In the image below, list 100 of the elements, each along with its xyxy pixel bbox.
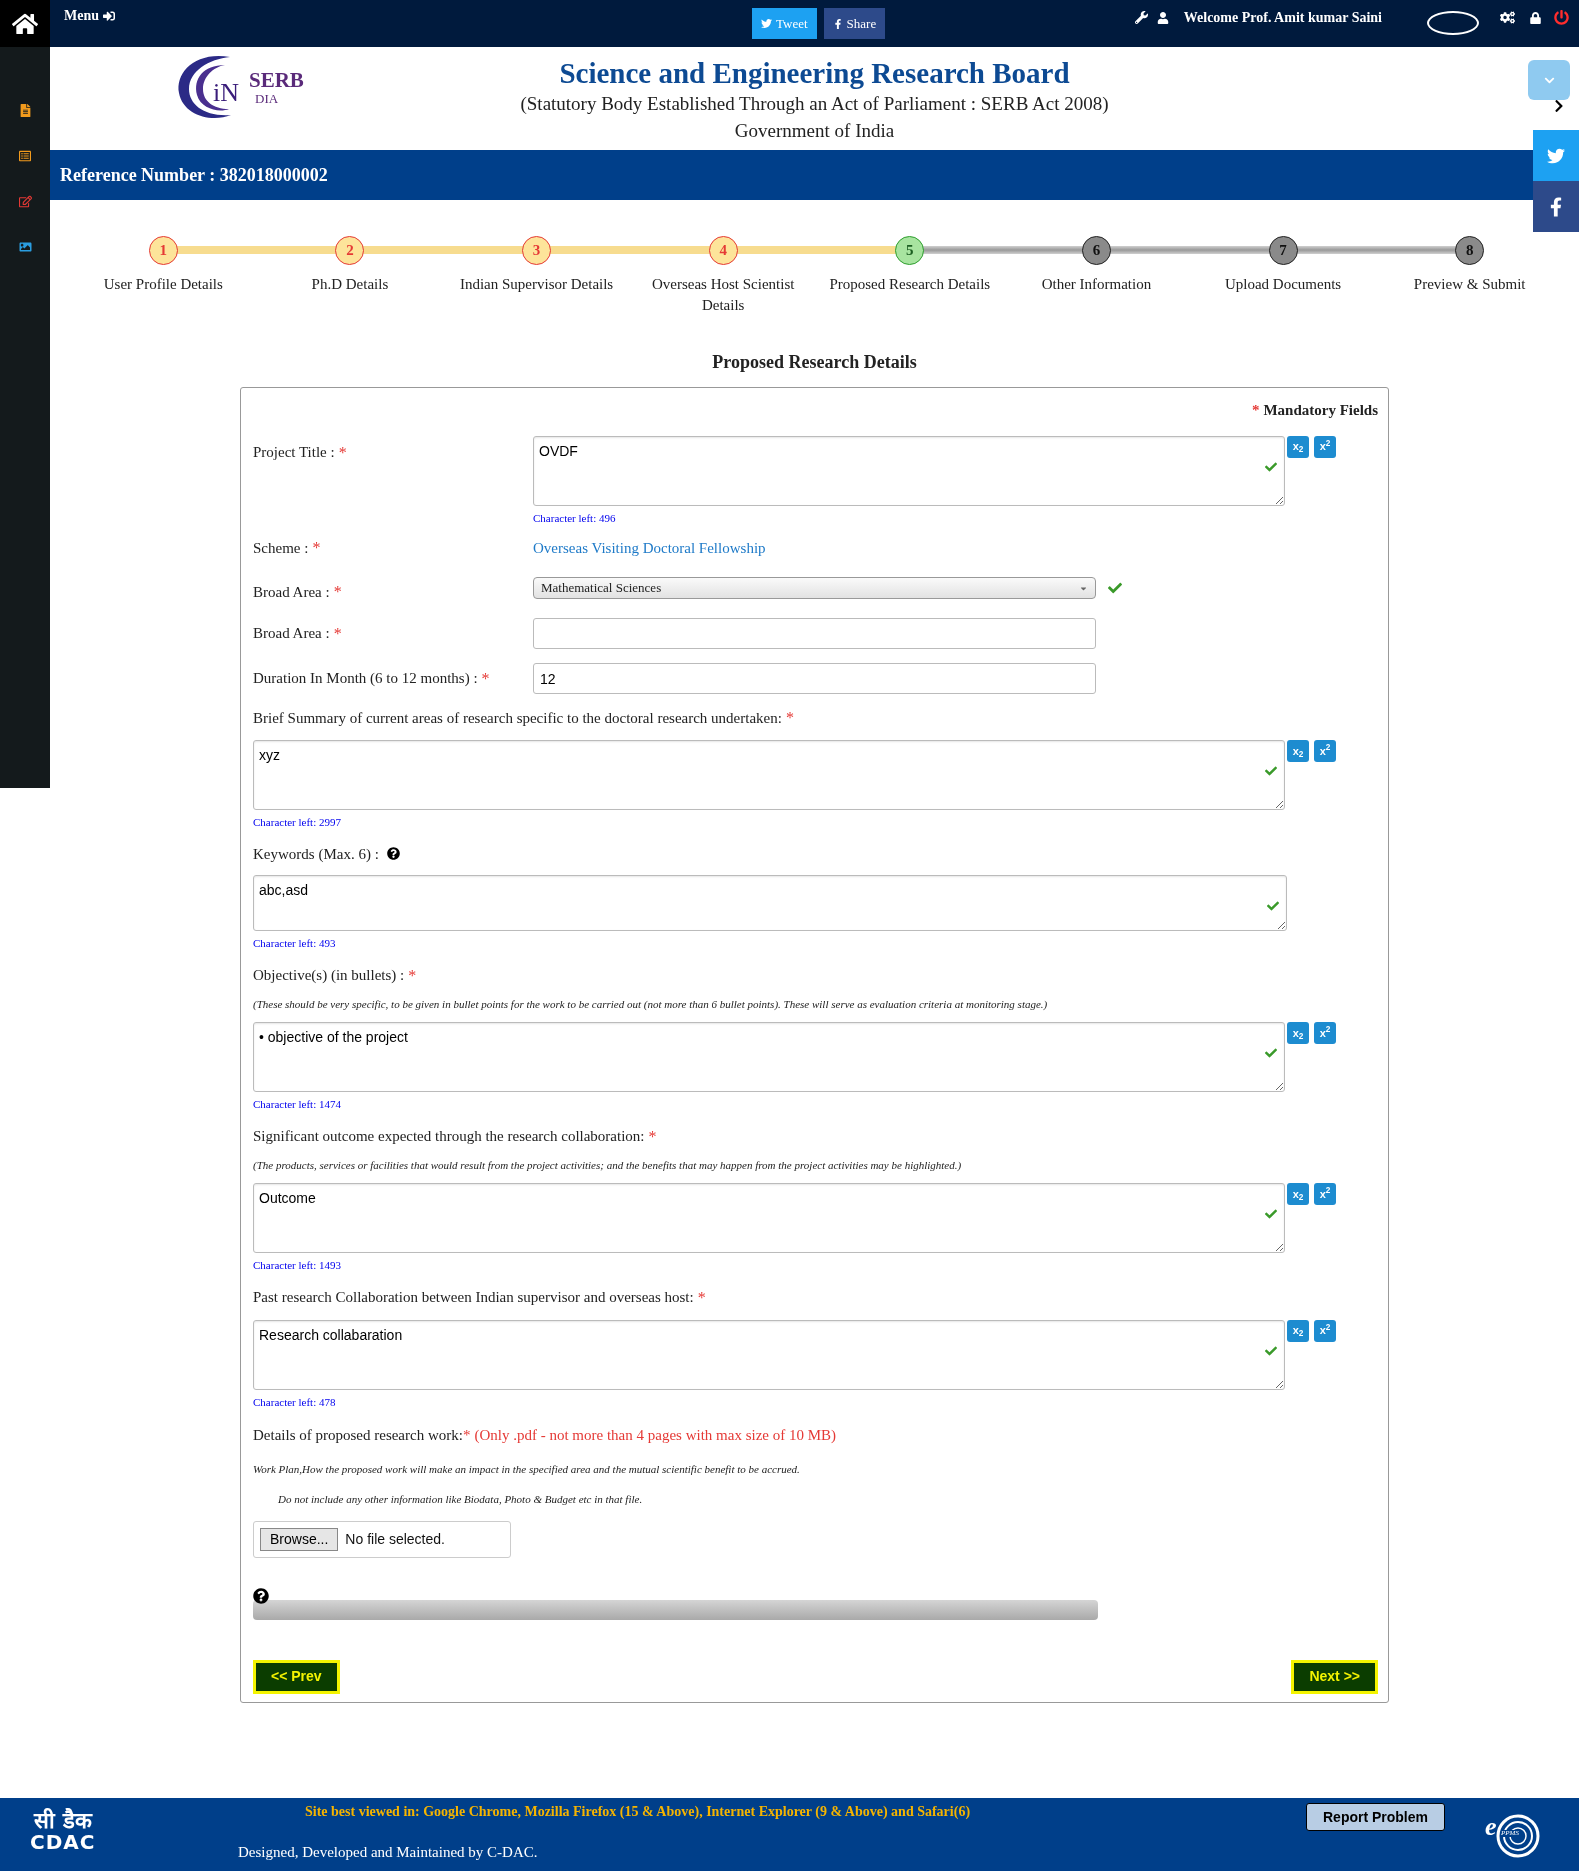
field-label: Project Title : — [253, 442, 335, 462]
character-counter: Character left: 496 — [533, 510, 617, 526]
field-label: Duration In Month (6 to 12 months) : — [253, 669, 478, 689]
step-label: Ph.D Details — [310, 275, 390, 294]
format-button[interactable]: x$^{2}$ — [1314, 740, 1336, 762]
home-button[interactable] — [0, 0, 50, 47]
site-title: Science and Engineering Research Board — [559, 56, 1070, 91]
format-button[interactable]: x$_{2}$ — [1287, 1183, 1309, 1205]
character-counter: Character left: 1474 — [253, 1097, 342, 1112]
field-label: Objective(s) (in bullets) : — [253, 966, 405, 986]
field-label: Scheme : — [253, 538, 309, 558]
character-counter: Character left: 2997 — [253, 815, 342, 830]
user-avatar[interactable] — [1427, 10, 1479, 35]
field-hint: (The products, services or facilities that would result from the project activities; and the benefits that may happen from the project activities may be highlighted.) — [253, 1157, 963, 1173]
facebook-icon — [832, 18, 843, 29]
step-label: Preview & Submit — [1412, 275, 1527, 294]
user-icon[interactable] — [1156, 11, 1169, 24]
text-area-field[interactable]: abc,asd — [253, 875, 1287, 931]
home-icon — [12, 11, 38, 36]
file-input[interactable]: Browse... No file selected. — [253, 1520, 511, 1558]
text-area-field[interactable]: Outcome — [253, 1183, 1285, 1253]
format-button[interactable]: x$^{2}$ — [1314, 1022, 1336, 1044]
character-counter: Character left: 478 — [253, 1394, 337, 1410]
broad-area-dropdown[interactable]: Mathematical Sciences — [533, 577, 1096, 599]
prev-button[interactable]: << Prev — [253, 1659, 340, 1694]
required-mark: * — [338, 442, 347, 463]
required-mark: * — [785, 708, 794, 728]
edit-icon[interactable] — [18, 195, 32, 208]
required-mark: * — [462, 1426, 471, 1445]
file-restriction: (Only .pdf - not more than 4 pages with max size of 10 MB) — [474, 1426, 837, 1445]
format-button[interactable]: x$^{2}$ — [1314, 1319, 1336, 1342]
field-label: Brief Summary of current areas of research specific to the doctoral research undertaken: — [253, 708, 782, 728]
step-label: Indian Supervisor Details — [458, 275, 615, 294]
report-problem-button[interactable]: Report Problem — [1306, 1803, 1445, 1831]
menu-button[interactable]: Menu — [64, 5, 115, 26]
reference-number: Reference Number : 382018000002 — [60, 163, 328, 187]
required-mark: * — [1251, 402, 1260, 418]
format-button[interactable]: x$_{2}$ — [1287, 435, 1309, 458]
field-label: Keywords (Max. 6) : — [253, 844, 379, 864]
field-label: Past research Collaboration between Indian supervisor and overseas host: — [253, 1288, 694, 1308]
settings-icon[interactable] — [1500, 11, 1515, 24]
character-counter: Character left: 493 — [253, 936, 337, 951]
section-title: Proposed Research Details — [711, 351, 918, 374]
logo-text: CDAC — [30, 1832, 96, 1852]
facebook-icon — [1550, 195, 1562, 218]
field-label: Significant outcome expected through the research collaboration: — [253, 1127, 645, 1147]
help-icon[interactable] — [253, 1587, 269, 1604]
format-button[interactable]: x$_{2}$ — [1287, 1319, 1309, 1342]
character-counter: Character left: 1493 — [253, 1258, 342, 1273]
browser-support-note: Site best viewed in: Google Chrome, Mozilla Firefox (15 & Above), Internet Explorer (9 & Above) and Safari(6) — [305, 1803, 971, 1821]
wrench-icon[interactable] — [1134, 11, 1148, 24]
logo-text: iN — [213, 77, 239, 109]
power-icon[interactable] — [1554, 10, 1569, 25]
scheme-link[interactable]: Overseas Visiting Doctoral Fellowship — [533, 536, 766, 560]
required-mark: * — [408, 965, 417, 986]
format-button[interactable]: x$_{2}$ — [1287, 1022, 1309, 1044]
field-label: Broad Area : — [253, 624, 330, 644]
chevron-right-icon[interactable] — [1553, 99, 1565, 113]
text-area-field[interactable]: xyz — [253, 740, 1285, 810]
list-icon[interactable] — [19, 150, 31, 162]
logo-text: सी डैक — [33, 1810, 92, 1832]
text-area-field[interactable]: Research collabaration — [253, 1319, 1285, 1390]
twitter-icon — [1546, 146, 1566, 165]
lock-icon[interactable] — [1530, 11, 1541, 24]
required-mark: * — [333, 623, 342, 644]
tweet-button[interactable]: Tweet — [752, 8, 817, 39]
required-mark: * — [481, 668, 490, 689]
format-button[interactable]: x$^{2}$ — [1314, 1183, 1336, 1205]
logo-text: e — [1485, 1814, 1497, 1840]
field-label: Details of proposed research work: — [253, 1426, 463, 1445]
upload-note: Work Plan,How the proposed work will make an impact in the specified area and the mutual scientific benefit to be accrued. — [253, 1461, 801, 1477]
required-mark: * — [333, 582, 342, 602]
text-area-field[interactable]: OVDF — [533, 435, 1285, 506]
next-button[interactable]: Next >> — [1291, 1659, 1378, 1694]
text-field[interactable]: 12 — [533, 663, 1096, 694]
step-label: User Profile Details — [102, 275, 224, 294]
mandatory-note: Mandatory Fields — [1263, 402, 1378, 418]
step-label: Upload Documents — [1223, 275, 1343, 294]
share-button[interactable]: Share — [823, 8, 886, 39]
facebook-button[interactable] — [1533, 181, 1579, 232]
twitter-icon — [761, 18, 772, 29]
step-label: Other Information — [1040, 275, 1153, 294]
text-area-field[interactable]: • objective of the project — [253, 1022, 1285, 1092]
field-hint: (These should be very specific, to be given in bullet points for the work to be carried out (not more than 6 bullet points). These will serve as evaluation criteria at monitoring stage.) — [253, 996, 1049, 1012]
required-mark: * — [648, 1126, 657, 1147]
required-mark: * — [312, 538, 321, 558]
site-subtitle: Government of India — [734, 119, 895, 143]
credit-text: Designed, Developed and Maintained by C-DAC. — [238, 1843, 538, 1862]
help-icon[interactable] — [386, 847, 400, 861]
step-label: Overseas Host Scientist Details — [650, 275, 796, 315]
image-icon[interactable] — [18, 241, 32, 253]
text-field[interactable] — [533, 618, 1096, 649]
step-label: Proposed Research Details — [828, 275, 992, 294]
format-button[interactable]: x$^{2}$ — [1314, 435, 1336, 458]
format-button[interactable]: x$_{2}$ — [1287, 740, 1309, 762]
welcome-text: Welcome Prof. Amit kumar Saini — [1183, 9, 1382, 27]
required-mark: * — [697, 1287, 706, 1308]
field-label: Broad Area : — [253, 582, 330, 602]
upload-note: Do not include any other information like Biodata, Photo & Budget etc in that file. — [278, 1492, 644, 1507]
document-icon[interactable] — [19, 104, 31, 117]
